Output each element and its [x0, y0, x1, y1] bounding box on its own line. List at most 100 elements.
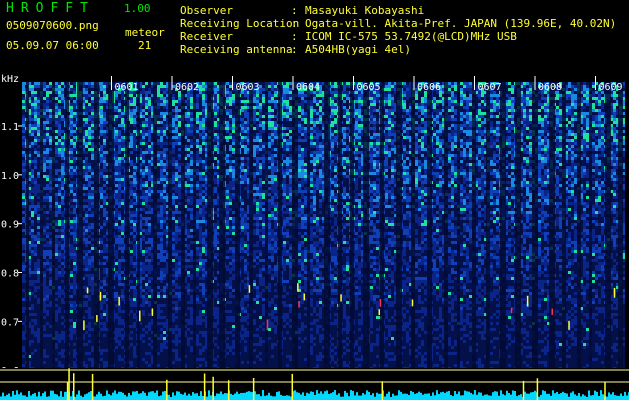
spectrum-cell: [403, 112, 406, 115]
spectrum-cell: [574, 103, 577, 106]
spectrum-cell: [598, 109, 601, 112]
spectrum-cell: [346, 133, 349, 136]
spectrum-cell: [583, 112, 586, 115]
spectrum-cell: [31, 139, 34, 142]
spectrum-cell: [598, 127, 601, 130]
spectrum-cell: [613, 100, 616, 103]
spectrum-cell: [49, 91, 52, 94]
spectrum-cell: [262, 106, 265, 109]
spectrum-cell: [286, 151, 289, 154]
spectrum-cell: [316, 124, 319, 127]
spectrum-cell: [163, 145, 166, 148]
spectrum-cell: [358, 151, 361, 154]
spectrum-cell: [463, 100, 466, 103]
spectrum-cell: [232, 142, 235, 145]
spectrum-cell: [46, 148, 49, 151]
spectrum-cell: [436, 151, 439, 154]
spectrum-cell: [103, 154, 106, 157]
spectrum-cell: [58, 97, 61, 100]
spectrum-cell: [271, 142, 274, 145]
spectrum-cell: [598, 97, 601, 100]
spectrum-cell: [601, 139, 604, 142]
spectrum-cell: [142, 136, 145, 139]
spectrum-cell: [244, 94, 247, 97]
spectrum-cell: [172, 100, 175, 103]
spectrum-cell: [73, 151, 76, 154]
spectrum-cell: [91, 82, 94, 85]
spectrum-cell: [421, 100, 424, 103]
spectrum-cell: [385, 103, 388, 106]
spectrum-cell: [415, 109, 418, 112]
spectrum-cell: [448, 121, 451, 124]
spectrum-cell: [253, 118, 256, 121]
spectrum-cell: [469, 154, 472, 157]
spectrum-cell: [511, 88, 514, 91]
spectrum-cell: [331, 91, 334, 94]
spectrum-cell: [88, 88, 91, 91]
spectrum-cell: [544, 145, 547, 148]
antenna-value: A504HB(yagi 4el): [305, 43, 411, 56]
spectrum-cell: [370, 106, 373, 109]
spectrum-cell: [469, 112, 472, 115]
spectrum-cell: [55, 85, 58, 88]
spectrum-cell: [55, 154, 58, 157]
spectrum-cell: [286, 100, 289, 103]
spectrum-cell: [613, 145, 616, 148]
spectrum-cell: [55, 100, 58, 103]
spectrum-cell: [592, 121, 595, 124]
spectrum-cell: [115, 127, 118, 130]
spectrum-cell: [436, 148, 439, 151]
spectrum-cell: [259, 112, 262, 115]
spectrum-cell: [331, 133, 334, 136]
spectrum-cell: [496, 109, 499, 112]
spectrum-cell: [346, 103, 349, 106]
spectrum-cell: [289, 130, 292, 133]
spectrum-cell: [559, 142, 562, 145]
spectrum-cell: [424, 151, 427, 154]
spectrum-cell: [46, 115, 49, 118]
spectrum-cell: [493, 133, 496, 136]
spectrum-cell: [88, 85, 91, 88]
spectrum-cell: [22, 88, 25, 91]
spectrum-cell: [121, 94, 124, 97]
spectrum-cell: [253, 121, 256, 124]
spectrum-cell: [346, 115, 349, 118]
spectrum-cell: [571, 127, 574, 130]
spectrum-cell: [433, 94, 436, 97]
spectrum-cell: [175, 124, 178, 127]
spectrum-cell: [298, 139, 301, 142]
spectrum-cell: [160, 106, 163, 109]
spectrum-cell: [478, 130, 481, 133]
spectrum-cell: [301, 106, 304, 109]
spectrum-cell: [454, 133, 457, 136]
spectrum-cell: [49, 124, 52, 127]
spectrum-cell: [478, 97, 481, 100]
spectrum-cell: [268, 82, 271, 85]
spectrum-cell: [313, 103, 316, 106]
spectrum-cell: [613, 112, 616, 115]
spectrum-cell: [373, 106, 376, 109]
spectrum-cell: [31, 88, 34, 91]
spectrum-cell: [343, 88, 346, 91]
spectrum-cell: [142, 100, 145, 103]
spectrum-cell: [253, 142, 256, 145]
spectrum-cell: [196, 124, 199, 127]
spectrum-cell: [43, 85, 46, 88]
spectrum-cell: [142, 82, 145, 85]
spectrum-cell: [538, 109, 541, 112]
spectrum-cell: [178, 142, 181, 145]
spectrum-cell: [91, 91, 94, 94]
spectrum-cell: [37, 94, 40, 97]
spectrum-cell: [301, 94, 304, 97]
spectrum-cell: [436, 100, 439, 103]
spectrum-cell: [145, 82, 148, 85]
spectrum-cell: [190, 97, 193, 100]
spectrum-cell: [304, 145, 307, 148]
spectrum-cell: [568, 103, 571, 106]
spectrum-cell: [391, 130, 394, 133]
spectrum-cell: [49, 133, 52, 136]
spectrum-cell: [418, 118, 421, 121]
spectrum-cell: [388, 115, 391, 118]
spectrum-cell: [541, 112, 544, 115]
spectrum-cell: [376, 97, 379, 100]
